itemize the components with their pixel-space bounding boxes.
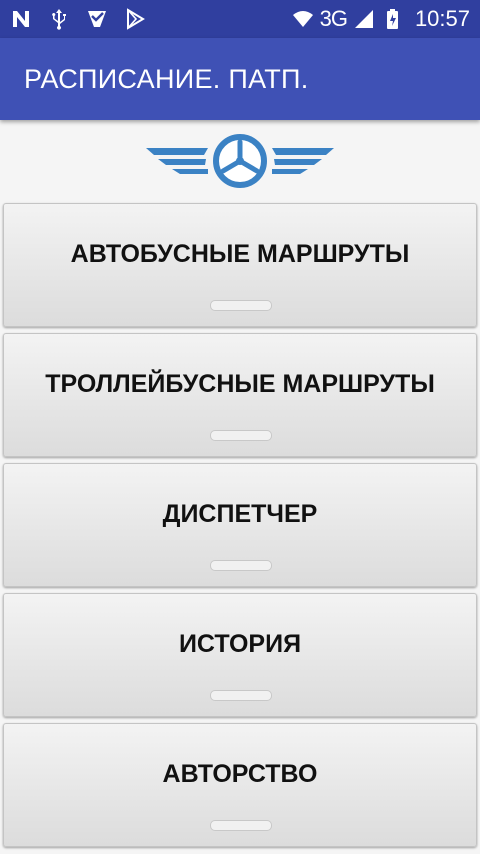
button-handle — [210, 560, 272, 571]
bus-routes-label: АВТОБУСНЫЕ МАРШРУТЫ — [70, 240, 410, 268]
authorship-label: АВТОРСТВО — [162, 760, 318, 788]
trolleybus-routes-button[interactable]: ТРОЛЛЕЙБУСНЫЕ МАРШРУТЫ — [3, 333, 477, 457]
history-label: ИСТОРИЯ — [178, 630, 302, 658]
button-handle — [210, 300, 272, 311]
battery-charging-icon — [381, 8, 403, 30]
app-bar: РАСПИСАНИЕ. ПАТП. — [0, 38, 480, 120]
n-icon — [10, 8, 32, 30]
button-handle — [210, 430, 272, 441]
button-handle — [210, 820, 272, 831]
authorship-button[interactable]: АВТОРСТВО — [3, 723, 477, 847]
dispatcher-label: ДИСПЕТЧЕР — [162, 500, 318, 528]
history-button[interactable]: ИСТОРИЯ — [3, 593, 477, 717]
steering-wheel-wings-logo-icon — [146, 130, 334, 190]
trolleybus-routes-label: ТРОЛЛЕЙБУСНЫЕ МАРШРУТЫ — [45, 370, 435, 398]
dispatcher-button[interactable]: ДИСПЕТЧЕР — [3, 463, 477, 587]
system-icons: 3G 10:57 — [292, 6, 470, 32]
status-bar: 3G 10:57 — [0, 0, 480, 38]
network-type-label: 3G — [319, 6, 348, 31]
play-store-icon — [124, 8, 146, 30]
usb-icon — [48, 8, 70, 30]
main-menu: АВТОБУСНЫЕ МАРШРУТЫ ТРОЛЛЕЙБУСНЫЕ МАРШРУ… — [3, 203, 477, 853]
app-title: РАСПИСАНИЕ. ПАТП. — [24, 63, 309, 94]
button-handle — [210, 690, 272, 701]
checkmark-icon — [86, 8, 108, 30]
signal-icon — [353, 8, 375, 30]
status-time: 10:57 — [414, 6, 470, 31]
bus-routes-button[interactable]: АВТОБУСНЫЕ МАРШРУТЫ — [3, 203, 477, 327]
wifi-icon — [292, 8, 314, 30]
notification-icons — [10, 8, 146, 30]
